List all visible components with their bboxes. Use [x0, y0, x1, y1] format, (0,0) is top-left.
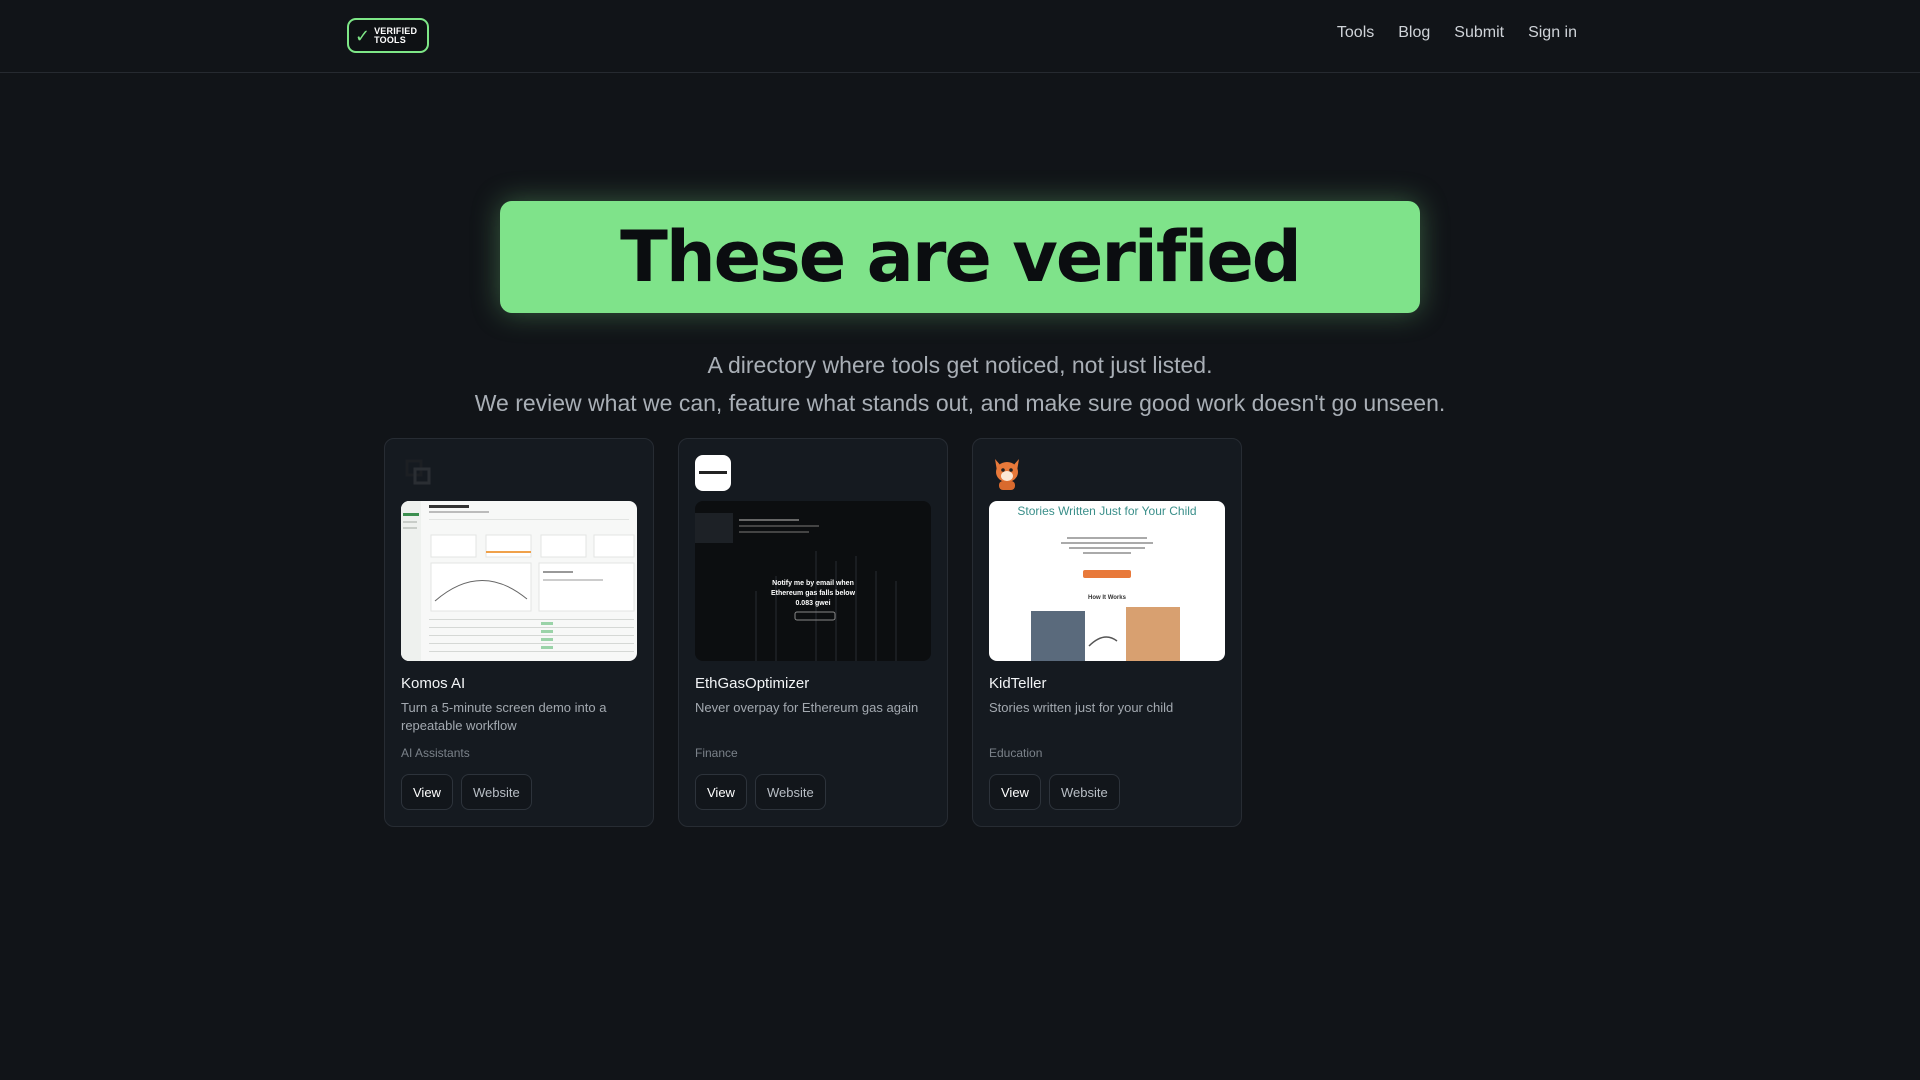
view-button[interactable]: View	[695, 774, 747, 810]
nav-sign-in[interactable]: Sign in	[1528, 24, 1577, 42]
tool-card-kidteller[interactable]: Stories Written Just for Your Child How …	[972, 438, 1242, 827]
logo-text: VERIFIED TOOLS	[374, 26, 417, 45]
card-actions: View Website	[401, 774, 532, 810]
site-logo[interactable]: ✓ VERIFIED TOOLS	[347, 18, 429, 53]
view-button[interactable]: View	[989, 774, 1041, 810]
tool-card-komos-ai[interactable]: Komos AI Turn a 5-minute screen demo int…	[384, 438, 654, 827]
website-button[interactable]: Website	[1048, 774, 1120, 810]
tool-category: AI Assistants	[401, 746, 470, 760]
hero-title: These are verified	[620, 216, 1302, 298]
website-button[interactable]: Website	[460, 774, 532, 810]
kidteller-screenshot: Stories Written Just for Your Child How …	[989, 501, 1225, 661]
tool-name: Komos AI	[401, 675, 466, 692]
tool-name: KidTeller	[989, 675, 1047, 692]
kidteller-shot-section: How It Works	[1088, 595, 1126, 601]
tool-description: Never overpay for Ethereum gas again	[695, 700, 919, 715]
website-button[interactable]: Website	[754, 774, 826, 810]
ethgas-shot-line-2: Ethereum gas falls below	[770, 590, 856, 597]
tool-category: Finance	[695, 746, 738, 760]
tool-description: Stories written just for your child	[989, 700, 1174, 715]
nav-blog[interactable]: Blog	[1398, 24, 1430, 42]
nav-submit[interactable]: Submit	[1454, 24, 1504, 42]
ethgas-shot-line-1: Notify me by email when	[772, 580, 854, 587]
tool-category: Education	[989, 746, 1043, 760]
komos-logo-icon	[401, 455, 437, 491]
hero-subtitle-1: A directory where tools get noticed, not…	[707, 352, 1213, 378]
ethgas-screenshot: Notify me by email when Ethereum gas fal…	[695, 501, 931, 661]
card-actions: View Website	[989, 774, 1120, 810]
tool-name: EthGasOptimizer	[695, 675, 810, 692]
nav-tools[interactable]: Tools	[1337, 24, 1374, 42]
main-nav: Tools Blog Submit Sign in	[1337, 24, 1577, 42]
fox-logo-icon	[989, 455, 1025, 491]
ethgas-shot-line-3: 0.083 gwei	[795, 600, 831, 607]
checkmark-icon: ✓	[355, 25, 371, 46]
komos-screenshot	[401, 501, 637, 661]
top-navigation-bar: ✓ VERIFIED TOOLS Tools Blog Submit Sign …	[0, 0, 1920, 73]
tool-description: Turn a 5-minute screen demo into a repea…	[401, 700, 607, 733]
tool-card-ethgasoptimizer[interactable]: Notify me by email when Ethereum gas fal…	[678, 438, 948, 827]
hero-subtitle-2: We review what we can, feature what stan…	[474, 390, 1446, 416]
ethgas-logo-icon	[695, 455, 731, 491]
logo-line-2: TOOLS	[374, 34, 406, 45]
card-actions: View Website	[695, 774, 826, 810]
hero-banner: These are verified	[500, 201, 1420, 313]
view-button[interactable]: View	[401, 774, 453, 810]
